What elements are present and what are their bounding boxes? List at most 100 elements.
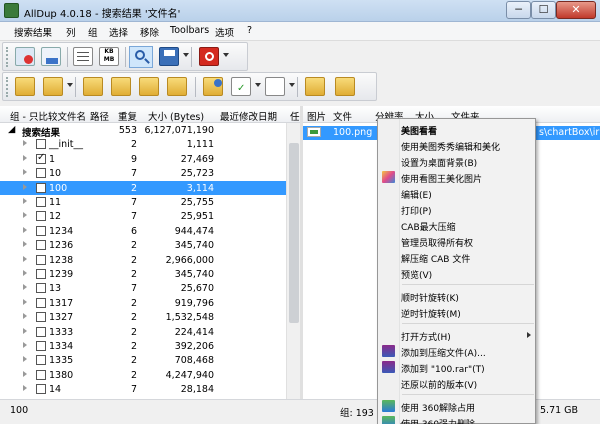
- row-checkbox[interactable]: [36, 341, 46, 351]
- kb-mb-button[interactable]: KB MB: [97, 46, 121, 68]
- menu-help[interactable]: ?: [247, 25, 252, 36]
- copy-files-button[interactable]: [39, 46, 63, 68]
- expand-icon[interactable]: [23, 327, 27, 334]
- expand-icon[interactable]: [23, 169, 27, 176]
- tree-row[interactable]: __init__ 2 1,111: [0, 137, 286, 151]
- context-menu-item[interactable]: 使用 360解除占用: [382, 398, 535, 414]
- context-menu-item[interactable]: 使用 360强力删除: [382, 414, 535, 424]
- context-menu-item[interactable]: 编辑(E): [401, 185, 535, 201]
- context-menu-item[interactable]: 设置为桌面背景(B): [401, 153, 535, 169]
- tree-row[interactable]: 10 7 25,723: [0, 166, 286, 180]
- toolbar-grip[interactable]: [6, 77, 9, 97]
- folder-move-right-button[interactable]: [41, 76, 65, 98]
- maximize-button[interactable]: ☐: [531, 1, 556, 19]
- move-dropdown-arrow[interactable]: [67, 83, 73, 87]
- folder-down-button[interactable]: [109, 76, 133, 98]
- close-button[interactable]: ✕: [556, 1, 596, 19]
- tree-row[interactable]: 1317 2 919,796: [0, 296, 286, 310]
- context-menu-item[interactable]: 打印(P): [401, 201, 535, 217]
- tree-row[interactable]: 11 7 25,755: [0, 195, 286, 209]
- expand-icon[interactable]: [23, 212, 27, 219]
- row-checkbox[interactable]: [36, 355, 46, 366]
- scroll-thumb[interactable]: [289, 143, 299, 323]
- tree-row[interactable]: 14 7 28,184: [0, 382, 286, 396]
- col-extra[interactable]: 任: [290, 109, 300, 123]
- expand-icon[interactable]: [23, 198, 27, 204]
- row-checkbox[interactable]: [36, 182, 46, 193]
- tree-row[interactable]: 1234 6 944,474: [0, 224, 286, 238]
- menu-options[interactable]: 选项: [215, 25, 234, 39]
- expand-icon[interactable]: [23, 342, 27, 348]
- menu-select[interactable]: 选择: [109, 25, 128, 39]
- context-menu-item[interactable]: 使用美图秀秀编辑和美化: [401, 137, 535, 153]
- row-checkbox[interactable]: [36, 269, 46, 279]
- check-file-button[interactable]: ✓: [229, 76, 253, 98]
- tree-scrollbar[interactable]: [286, 123, 300, 399]
- collapse-icon[interactable]: ◢: [8, 124, 15, 135]
- tree-row[interactable]: 100 2 3,114: [0, 180, 286, 195]
- preview-button[interactable]: [129, 46, 153, 68]
- row-checkbox[interactable]: [36, 168, 46, 179]
- row-checkbox[interactable]: [36, 254, 46, 265]
- tree-row[interactable]: 1236 2 345,740: [0, 238, 286, 252]
- folder-up-button[interactable]: [81, 76, 105, 98]
- tree-row[interactable]: 1333 2 224,414: [0, 325, 286, 339]
- context-menu-item[interactable]: 逆时针旋转(M): [401, 304, 535, 320]
- context-menu-item[interactable]: 打开方式(H): [401, 327, 535, 343]
- expand-icon[interactable]: [23, 370, 27, 377]
- title-bar[interactable]: AllDup 4.0.18 - 搜索结果 '文件名' ─ ☐ ✕: [0, 0, 600, 22]
- expand-icon[interactable]: [23, 241, 27, 248]
- group-tree[interactable]: ◢ 搜索结果 553 6,127,071,190 __init__21,111 1…: [0, 123, 286, 399]
- expand-icon[interactable]: [23, 226, 27, 233]
- tree-row[interactable]: 1238 2 2,966,000: [0, 253, 286, 267]
- stop-dropdown-arrow[interactable]: [223, 53, 229, 57]
- context-menu-item[interactable]: 顺时针旋转(K): [401, 288, 535, 304]
- tree-root[interactable]: ◢ 搜索结果 553 6,127,071,190: [0, 123, 286, 139]
- expand-icon[interactable]: [23, 313, 27, 320]
- menu-remove[interactable]: 移除: [140, 25, 159, 39]
- blank-file-button[interactable]: [263, 76, 287, 98]
- delete-files-button[interactable]: [13, 46, 37, 68]
- col-date[interactable]: 最近修改日期: [220, 109, 277, 123]
- expand-icon[interactable]: [23, 270, 27, 276]
- context-menu-item[interactable]: 还原以前的版本(V): [401, 375, 535, 391]
- check-dropdown-arrow[interactable]: [255, 83, 261, 87]
- menu-groups[interactable]: 组: [88, 25, 98, 39]
- folder-export-button[interactable]: [165, 76, 189, 98]
- col-group[interactable]: 组 - 只比较文件名: [10, 109, 86, 123]
- stop-button[interactable]: [197, 46, 221, 68]
- expand-icon[interactable]: [23, 183, 27, 190]
- row-checkbox[interactable]: [36, 384, 46, 395]
- context-menu-item[interactable]: 使用看图王美化图片: [382, 169, 535, 185]
- context-menu-item[interactable]: 解压缩 CAB 文件: [401, 249, 535, 265]
- context-menu-item[interactable]: 添加到压缩文件(A)...: [382, 343, 535, 359]
- row-checkbox[interactable]: [36, 283, 46, 294]
- folder-move-left-button[interactable]: [13, 76, 37, 98]
- tree-row[interactable]: 1334 2 392,206: [0, 339, 286, 353]
- col-size[interactable]: 大小 (Bytes): [148, 109, 204, 123]
- expand-icon[interactable]: [23, 298, 27, 305]
- col-file[interactable]: 文件: [333, 109, 352, 123]
- context-menu-item[interactable]: 预览(V): [401, 265, 535, 281]
- expand-icon[interactable]: [23, 140, 27, 147]
- row-checkbox[interactable]: [36, 297, 46, 308]
- expand-icon[interactable]: [23, 255, 27, 262]
- expand-icon[interactable]: [23, 385, 27, 392]
- tree-row[interactable]: 13 7 25,670: [0, 281, 286, 295]
- row-checkbox[interactable]: [36, 326, 46, 337]
- save-button[interactable]: [157, 46, 181, 68]
- folder-open-button[interactable]: [303, 76, 327, 98]
- blank-dropdown-arrow[interactable]: [289, 83, 295, 87]
- menu-columns[interactable]: 列: [66, 25, 76, 39]
- tree-row[interactable]: 1239 2 345,740: [0, 267, 286, 281]
- minimize-button[interactable]: ─: [506, 1, 531, 19]
- context-menu-item[interactable]: 添加到 "100.rar"(T): [382, 359, 535, 375]
- context-menu-item[interactable]: 美图看看: [401, 121, 535, 137]
- save-dropdown-arrow[interactable]: [183, 53, 189, 57]
- row-checkbox[interactable]: [36, 211, 46, 222]
- row-checkbox[interactable]: [36, 152, 46, 164]
- expand-icon[interactable]: [23, 154, 27, 161]
- expand-icon[interactable]: [23, 284, 27, 291]
- col-dup[interactable]: 重复: [118, 109, 137, 123]
- expand-icon[interactable]: [23, 356, 27, 363]
